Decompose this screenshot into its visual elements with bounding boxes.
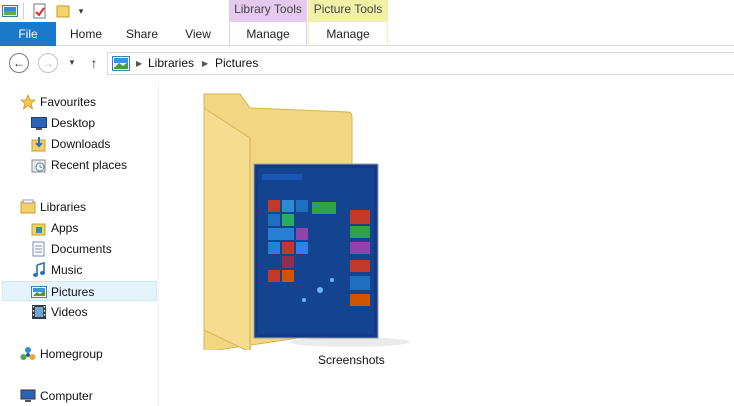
explorer-app-icon[interactable]: [2, 3, 18, 19]
pictures-library-icon: [112, 56, 130, 71]
nav-favourites[interactable]: Favourites: [19, 92, 158, 112]
new-folder-icon[interactable]: [56, 3, 70, 19]
homegroup-icon: [20, 346, 36, 362]
tab-picture-manage[interactable]: Manage: [308, 22, 388, 46]
properties-icon[interactable]: [33, 3, 47, 19]
tab-file[interactable]: File: [0, 22, 56, 46]
forward-button[interactable]: →: [38, 53, 58, 73]
folder-tile-screenshots[interactable]: Screenshots: [200, 90, 420, 367]
recent-places-icon: [31, 157, 47, 173]
libraries-icon: [20, 199, 36, 215]
folder-with-thumbnail-icon: [203, 93, 410, 353]
back-button[interactable]: ←: [9, 53, 29, 73]
file-list: Screenshots: [160, 82, 734, 406]
nav-videos[interactable]: Videos: [31, 302, 158, 322]
nav-apps[interactable]: Apps: [31, 218, 158, 238]
title-bar: ▾ Library Tools Picture Tools: [0, 0, 734, 22]
computer-icon: [20, 388, 36, 404]
address-row: ← → ▼ ↑ ▶ Libraries ▶ Pictures: [0, 47, 734, 81]
music-note-icon: [31, 261, 47, 278]
nav-pictures[interactable]: Pictures: [2, 281, 157, 301]
downloads-icon: [31, 136, 47, 152]
desktop-icon: [31, 115, 47, 131]
nav-homegroup[interactable]: Homegroup: [20, 344, 158, 364]
up-button[interactable]: ↑: [86, 53, 102, 73]
customize-toolbar-chevron-icon[interactable]: ▾: [76, 3, 86, 19]
nav-desktop[interactable]: Desktop: [31, 113, 158, 133]
breadcrumb-pictures[interactable]: Pictures: [215, 53, 258, 74]
tab-view[interactable]: View: [168, 22, 228, 46]
nav-computer[interactable]: Computer: [20, 386, 158, 406]
quick-access-separator: [23, 3, 24, 19]
folder-name: Screenshots: [318, 353, 385, 367]
videos-film-icon: [31, 304, 47, 320]
pictures-icon: [31, 284, 47, 300]
tab-share[interactable]: Share: [116, 22, 168, 46]
recent-locations-chevron-icon[interactable]: ▼: [66, 56, 78, 70]
breadcrumb-chevron-icon[interactable]: ▶: [202, 57, 208, 71]
apps-icon: [31, 220, 47, 236]
nav-downloads[interactable]: Downloads: [31, 134, 158, 154]
tab-home[interactable]: Home: [56, 22, 116, 46]
ribbon-tabs: File Home Share View Manage Manage: [0, 22, 734, 46]
address-bar[interactable]: ▶ Libraries ▶ Pictures: [107, 52, 734, 75]
navigation-pane: Favourites Desktop Downloads Recent plac…: [0, 82, 159, 406]
breadcrumb-libraries[interactable]: Libraries: [148, 53, 194, 74]
nav-documents[interactable]: Documents: [31, 239, 158, 259]
library-tools-header: Library Tools: [229, 0, 307, 22]
breadcrumb-chevron-icon[interactable]: ▶: [136, 57, 142, 71]
tab-library-manage[interactable]: Manage: [229, 22, 307, 46]
nav-recent-places[interactable]: Recent places: [31, 155, 158, 175]
picture-tools-header: Picture Tools: [308, 0, 388, 22]
documents-icon: [31, 241, 47, 257]
nav-music[interactable]: Music: [31, 260, 158, 280]
nav-libraries[interactable]: Libraries: [20, 197, 158, 217]
star-icon: [19, 93, 37, 111]
